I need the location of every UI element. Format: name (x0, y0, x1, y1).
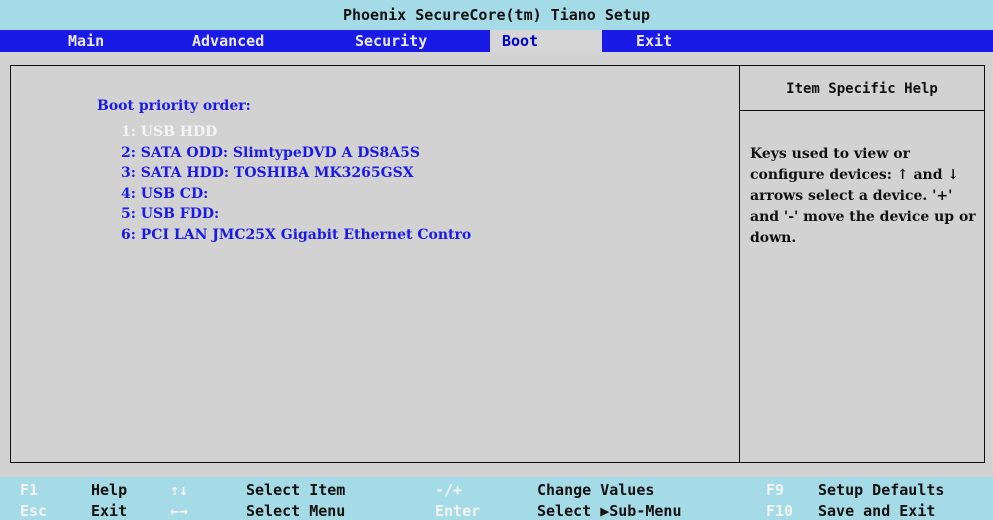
key-leftright: ←→ (170, 502, 189, 520)
boot-priority-heading: Boot priority order: (97, 98, 251, 114)
key-minus-plus-desc: Change Values (537, 481, 655, 499)
key-esc: Esc (20, 502, 48, 520)
key-f1-desc: Help (91, 481, 128, 499)
key-enter: Enter (435, 502, 481, 520)
key-updown-desc: Select Item (246, 481, 346, 499)
key-esc-desc: Exit (91, 502, 128, 520)
menu-bar: Main Advanced Security Boot Exit (0, 30, 993, 52)
setup-panel: Boot priority order: 1: USB HDD 2: SATA … (10, 65, 985, 463)
menu-advanced[interactable]: Advanced (192, 30, 302, 52)
main-area: Boot priority order: 1: USB HDD 2: SATA … (0, 52, 993, 467)
help-pane: Item Specific Help Keys used to view or … (740, 66, 984, 462)
help-text: Keys used to view or configure devices: … (750, 146, 976, 246)
key-legend-footer: F1 Help ↑↓ Select Item -/+ Change Values… (0, 477, 993, 520)
key-f10-desc: Save and Exit (818, 502, 936, 520)
boot-item-6[interactable]: 6: PCI LAN JMC25X Gigabit Ethernet Contr… (121, 225, 471, 246)
key-f10: F10 (766, 502, 794, 520)
boot-priority-list: 1: USB HDD 2: SATA ODD: SlimtypeDVD A DS… (121, 122, 471, 245)
help-title: Item Specific Help (740, 66, 984, 111)
menu-exit[interactable]: Exit (636, 30, 696, 52)
key-f9: F9 (766, 481, 785, 499)
menu-boot[interactable]: Boot (490, 30, 602, 52)
key-f9-desc: Setup Defaults (818, 481, 945, 499)
boot-item-5[interactable]: 5: USB FDD: (121, 204, 471, 225)
key-leftright-desc: Select Menu (246, 502, 346, 520)
key-enter-desc: Select ▶Sub-Menu (537, 502, 682, 520)
boot-item-4[interactable]: 4: USB CD: (121, 184, 471, 205)
key-minus-plus: -/+ (435, 481, 463, 499)
menu-main[interactable]: Main (68, 30, 128, 52)
boot-item-3[interactable]: 3: SATA HDD: TOSHIBA MK3265GSX (121, 163, 471, 184)
boot-options-pane: Boot priority order: 1: USB HDD 2: SATA … (11, 66, 739, 462)
menu-security[interactable]: Security (355, 30, 465, 52)
boot-item-2[interactable]: 2: SATA ODD: SlimtypeDVD A DS8A5S (121, 143, 471, 164)
key-updown: ↑↓ (170, 481, 189, 499)
key-f1: F1 (20, 481, 39, 499)
boot-item-1[interactable]: 1: USB HDD (121, 122, 471, 143)
window-title: Phoenix SecureCore(tm) Tiano Setup (0, 0, 993, 30)
